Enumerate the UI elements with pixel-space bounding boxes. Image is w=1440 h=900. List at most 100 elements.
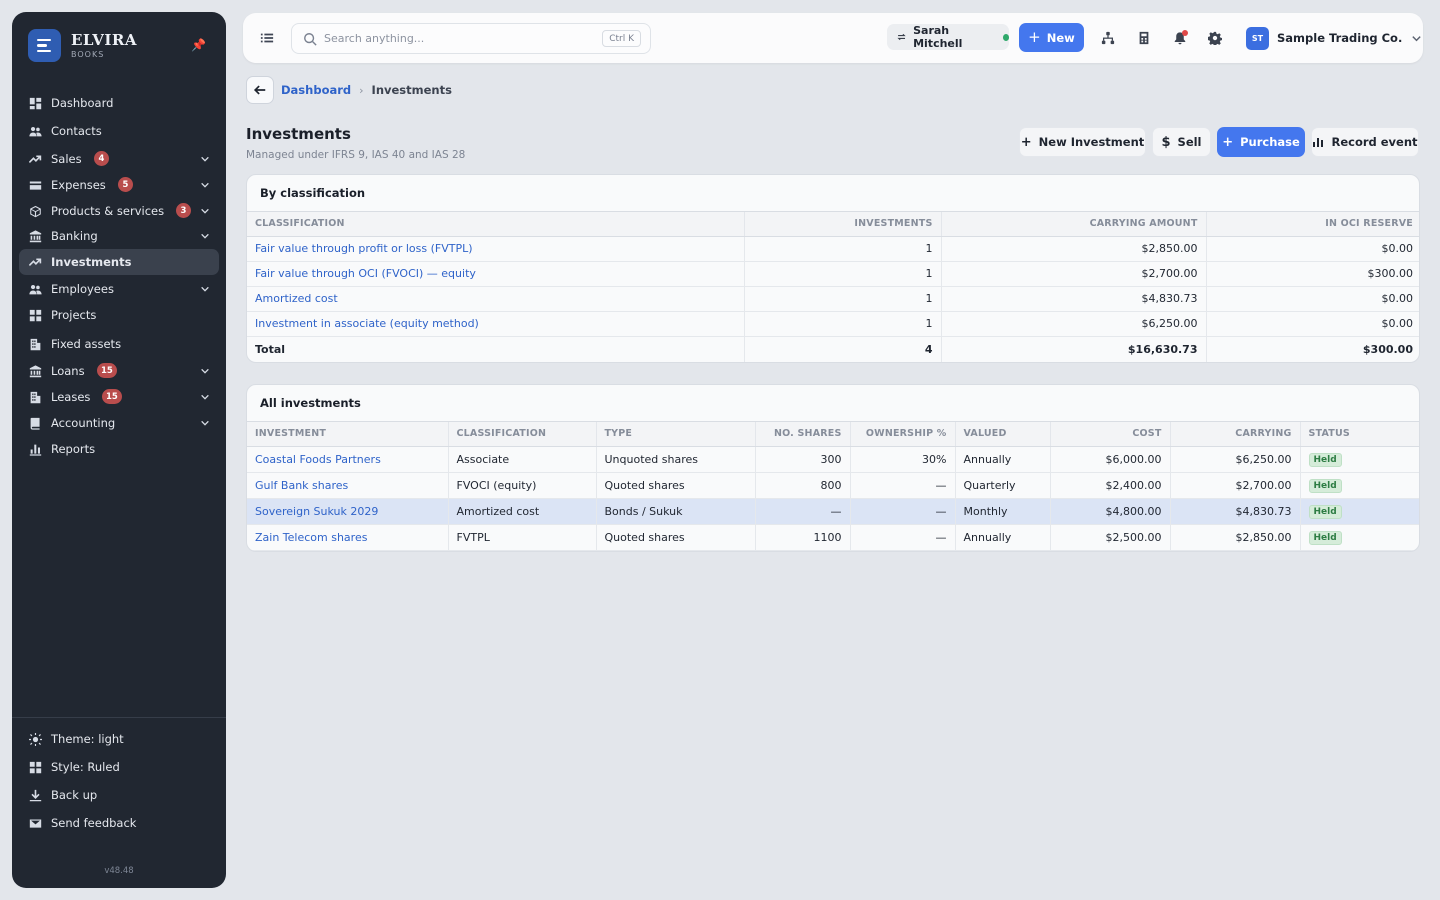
- chevron-down-icon[interactable]: [200, 205, 210, 215]
- chevron-down-icon: [1411, 33, 1422, 44]
- table-row[interactable]: Amortized cost 1 $4,830.73 $0.00: [247, 286, 1419, 312]
- new-investment-button[interactable]: + New Investment: [1019, 127, 1146, 157]
- chevron-down-icon[interactable]: [200, 230, 210, 240]
- calculator-icon[interactable]: [1136, 30, 1152, 46]
- nav-item-label: Investments: [51, 255, 132, 269]
- column-header[interactable]: Investment: [247, 422, 449, 447]
- purchase-button[interactable]: + Purchase: [1217, 127, 1305, 157]
- brand[interactable]: ELVIRA BOOKS: [28, 29, 137, 62]
- chevron-down-icon[interactable]: [200, 153, 210, 163]
- sidebar-bottom-theme-light[interactable]: Theme: light: [19, 725, 219, 753]
- investment-link[interactable]: Zain Telecom shares: [247, 524, 449, 551]
- search-icon: [303, 32, 317, 46]
- nav-item-label: Back up: [51, 788, 98, 802]
- column-header[interactable]: Classification: [448, 422, 597, 447]
- table-cell: $4,800.00: [1050, 498, 1171, 525]
- list-menu-icon[interactable]: [260, 31, 274, 45]
- sidebar-item-fixed-assets[interactable]: Fixed assets: [19, 331, 219, 357]
- record-event-button[interactable]: Record event: [1311, 127, 1419, 157]
- sidebar-item-banking[interactable]: Banking: [19, 223, 219, 249]
- column-header[interactable]: Status: [1300, 422, 1419, 447]
- table-row[interactable]: Fair value through profit or loss (FVTPL…: [247, 236, 1419, 262]
- search-box[interactable]: Ctrl K: [291, 23, 651, 54]
- table-row[interactable]: Coastal Foods Partners Associate Unquoted …: [247, 446, 1419, 473]
- sidebar-bottom-style-ruled[interactable]: Style: Ruled: [19, 753, 219, 781]
- count-badge: 15: [97, 363, 117, 378]
- sidebar-item-contacts[interactable]: Contacts: [19, 118, 219, 144]
- breadcrumb-current: Investments: [371, 83, 452, 97]
- column-header[interactable]: Valued: [955, 422, 1051, 447]
- search-input[interactable]: [324, 32, 594, 45]
- table-cell: FVTPL: [448, 524, 597, 551]
- gear-icon[interactable]: [1207, 30, 1223, 46]
- column-header[interactable]: No. shares: [755, 422, 851, 447]
- column-header[interactable]: Type: [596, 422, 756, 447]
- sidebar-item-leases[interactable]: Leases 15: [19, 384, 219, 410]
- sidebar-item-loans[interactable]: Loans 15: [19, 358, 219, 384]
- record-event-label: Record event: [1331, 135, 1418, 149]
- nav-item-label: Loans: [51, 364, 85, 378]
- table-cell: —: [850, 524, 956, 551]
- back-button[interactable]: [246, 76, 274, 104]
- sidebar-bottom-back-up[interactable]: Back up: [19, 781, 219, 809]
- grid-icon: [28, 308, 42, 322]
- table-cell: Amortized cost: [448, 498, 597, 525]
- column-header[interactable]: Carrying amount: [941, 212, 1207, 237]
- new-button[interactable]: + New: [1019, 23, 1084, 52]
- column-header[interactable]: Classification: [247, 212, 745, 237]
- table-row[interactable]: Investment in associate (equity method) 1…: [247, 311, 1419, 337]
- column-header[interactable]: In OCI reserve: [1206, 212, 1419, 237]
- table-row[interactable]: Gulf Bank shares FVOCI (equity) Quoted sha…: [247, 472, 1419, 499]
- classification-link[interactable]: Fair value through profit or loss (FVTPL…: [247, 236, 745, 262]
- chevron-down-icon[interactable]: [200, 417, 210, 427]
- company-avatar: ST: [1246, 26, 1269, 50]
- pin-icon[interactable]: 📌: [191, 38, 206, 52]
- sidebar-item-reports[interactable]: Reports: [19, 436, 219, 462]
- table-row[interactable]: Zain Telecom shares FVTPL Quoted shares 110…: [247, 524, 1419, 551]
- sidebar-item-projects[interactable]: Projects: [19, 302, 219, 328]
- nav-item-label: Employees: [51, 282, 114, 296]
- classification-link[interactable]: Amortized cost: [247, 286, 745, 312]
- table-cell: $2,400.00: [1050, 472, 1171, 499]
- sidebar-item-dashboard[interactable]: Dashboard: [19, 90, 219, 116]
- column-header[interactable]: Cost: [1050, 422, 1171, 447]
- book-icon: [28, 416, 42, 430]
- sidebar-item-sales[interactable]: Sales 4: [19, 146, 219, 172]
- chevron-down-icon[interactable]: [200, 283, 210, 293]
- classification-link[interactable]: Fair value through OCI (FVOCI) — equity: [247, 261, 745, 287]
- sidebar-item-expenses[interactable]: Expenses 5: [19, 172, 219, 198]
- chevron-down-icon[interactable]: [200, 179, 210, 189]
- breadcrumb-dashboard-link[interactable]: Dashboard: [281, 83, 351, 97]
- table-cell: Unquoted shares: [596, 446, 756, 473]
- card-title: By classification: [247, 175, 1419, 212]
- table-row[interactable]: Sovereign Sukuk 2029 Amortized cost Bonds …: [247, 498, 1419, 525]
- column-header[interactable]: Ownership %: [850, 422, 956, 447]
- investment-link[interactable]: Sovereign Sukuk 2029: [247, 498, 449, 525]
- new-button-label: New: [1046, 30, 1075, 45]
- sidebar-bottom-send-feedback[interactable]: Send feedback: [19, 809, 219, 837]
- chevron-down-icon[interactable]: [200, 391, 210, 401]
- sell-button[interactable]: $ Sell: [1152, 127, 1211, 157]
- user-switcher[interactable]: Sarah Mitchell: [887, 24, 1009, 50]
- nav-item-label: Contacts: [51, 124, 102, 138]
- sidebar-item-investments[interactable]: Investments: [19, 249, 219, 275]
- sidebar-item-accounting[interactable]: Accounting: [19, 410, 219, 436]
- table-row[interactable]: Fair value through OCI (FVOCI) — equity 1…: [247, 261, 1419, 287]
- switch-icon: [897, 33, 906, 41]
- classification-link[interactable]: Investment in associate (equity method): [247, 311, 745, 337]
- sidebar-item-products-services[interactable]: Products & services 3: [19, 198, 219, 224]
- column-header[interactable]: Investments: [744, 212, 942, 237]
- company-switcher[interactable]: ST Sample Trading Co.: [1246, 26, 1422, 50]
- bell-icon[interactable]: [1172, 30, 1188, 46]
- investment-link[interactable]: Gulf Bank shares: [247, 472, 449, 499]
- table-cell: Monthly: [955, 498, 1051, 525]
- sidebar-item-employees[interactable]: Employees: [19, 276, 219, 302]
- table-cell: $300.00: [1206, 261, 1419, 287]
- org-chart-icon[interactable]: [1100, 30, 1116, 46]
- chevron-down-icon[interactable]: [200, 365, 210, 375]
- investment-link[interactable]: Coastal Foods Partners: [247, 446, 449, 473]
- table-cell: 300: [755, 446, 851, 473]
- table-cell: Bonds / Sukuk: [596, 498, 756, 525]
- column-header[interactable]: Carrying: [1170, 422, 1301, 447]
- table-cell: Quoted shares: [596, 472, 756, 499]
